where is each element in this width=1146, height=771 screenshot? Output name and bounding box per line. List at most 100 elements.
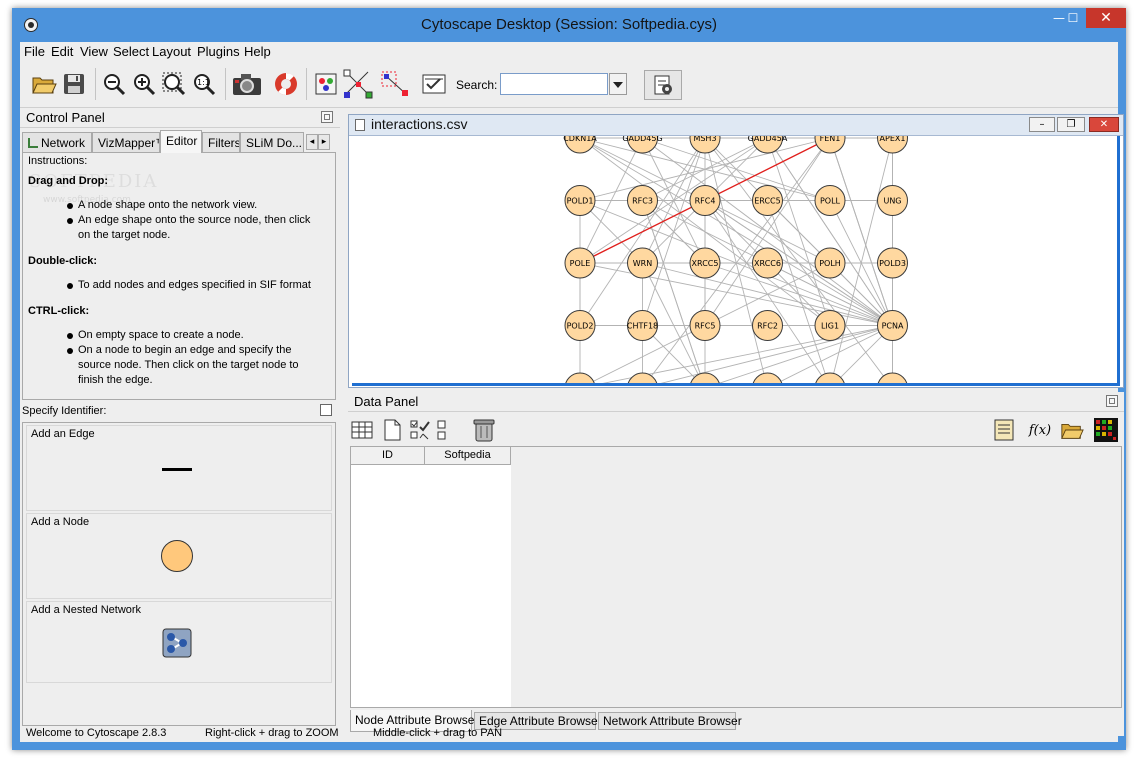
- network-node-circle[interactable]: [752, 372, 783, 383]
- new-attribute-icon[interactable]: [380, 418, 404, 442]
- select-all-checklist-icon[interactable]: [408, 418, 432, 442]
- lifebuoy-icon[interactable]: [272, 70, 300, 98]
- select-attributes-icon[interactable]: [350, 418, 374, 442]
- import-folder-icon[interactable]: [1060, 418, 1084, 442]
- network-node[interactable]: UNG: [877, 185, 908, 216]
- network-node-circle[interactable]: [690, 372, 720, 383]
- network-canvas[interactable]: CDKN1A GADD45G MSH3 GADD45A FEN1 APEX1 POLD1 RF…: [352, 136, 1120, 386]
- tab-filters[interactable]: Filters: [202, 132, 240, 152]
- network-node[interactable]: CHTF18: [627, 310, 658, 341]
- network-edge[interactable]: [767, 137, 831, 326]
- network-node[interactable]: RFC3: [627, 185, 658, 216]
- table-header-softpedia[interactable]: Softpedia: [425, 447, 511, 465]
- zoom-in-icon[interactable]: [130, 70, 158, 98]
- trash-icon[interactable]: [472, 418, 496, 442]
- network-node[interactable]: CHAF1A: [689, 372, 722, 383]
- menu-view[interactable]: View: [80, 44, 108, 59]
- network-node[interactable]: POLE: [564, 247, 596, 279]
- network-node[interactable]: XRCC5: [689, 247, 721, 279]
- menu-select[interactable]: Select: [113, 44, 149, 59]
- network-node[interactable]: MSH2: [565, 372, 595, 383]
- network-restore-button[interactable]: ❐: [1057, 117, 1085, 132]
- save-icon[interactable]: [60, 70, 88, 98]
- nested-network-icon[interactable]: [162, 628, 192, 658]
- network-node[interactable]: DSCC1: [815, 372, 845, 383]
- add-edge-section[interactable]: Add an Edge: [26, 425, 332, 511]
- heatmap-icon[interactable]: [1094, 418, 1118, 442]
- attribute-list-icon[interactable]: [992, 418, 1016, 442]
- tab-slim-domains[interactable]: SLiM Do...: [240, 132, 304, 152]
- menu-plugins[interactable]: Plugins: [197, 44, 240, 59]
- menu-layout[interactable]: Layout: [152, 44, 191, 59]
- close-button[interactable]: ✕: [1086, 8, 1126, 28]
- specify-identifier-checkbox[interactable]: [320, 404, 332, 416]
- network-node[interactable]: POLH: [814, 247, 846, 279]
- network-node[interactable]: RFC2: [752, 310, 783, 341]
- network-edge[interactable]: [767, 137, 893, 326]
- network-node[interactable]: WRN: [627, 247, 658, 279]
- menu-file[interactable]: File: [24, 44, 45, 59]
- maximize-button[interactable]: ☐: [1060, 8, 1086, 28]
- network-node[interactable]: MSH3: [689, 136, 721, 154]
- network-node[interactable]: XRCC6: [752, 247, 783, 279]
- search-input[interactable]: [500, 73, 608, 95]
- zoom-selected-icon[interactable]: [160, 70, 188, 98]
- network-node[interactable]: POLD1: [564, 185, 596, 216]
- edge-shape-icon[interactable]: [162, 468, 192, 471]
- network-close-button[interactable]: ✕: [1089, 117, 1119, 132]
- search-dropdown-button[interactable]: [609, 73, 627, 95]
- function-builder-button[interactable]: f(x): [1026, 418, 1054, 442]
- camera-icon[interactable]: [230, 70, 264, 98]
- tab-editor[interactable]: Editor: [160, 130, 202, 153]
- zoom-fit-icon[interactable]: 1:1: [190, 70, 218, 98]
- network-node[interactable]: CDKN1A: [563, 136, 597, 154]
- network-node-circle[interactable]: [815, 372, 845, 383]
- network-window: interactions.csv – ❐ ✕ CDKN1A GADD45G MSH3…: [348, 114, 1124, 388]
- network-edge[interactable]: [642, 200, 706, 384]
- attribute-table-body[interactable]: ID Softpedia: [351, 447, 511, 707]
- float-panel-icon[interactable]: [321, 111, 333, 123]
- tab-network[interactable]: Network: [22, 132, 92, 152]
- network-node[interactable]: FEN1: [814, 136, 846, 154]
- network-node[interactable]: LIG1: [814, 310, 846, 341]
- network-node[interactable]: POLL: [814, 185, 846, 216]
- network-layout-icon[interactable]: [342, 69, 374, 99]
- network-edge[interactable]: [580, 325, 893, 384]
- network-node[interactable]: POLD2: [564, 310, 596, 341]
- title-bar[interactable]: Cytoscape Desktop (Session: Softpedia.cy…: [12, 8, 1126, 42]
- tab-scroll-right-button[interactable]: ▸: [318, 134, 330, 150]
- open-folder-icon[interactable]: [30, 70, 58, 98]
- add-node-section[interactable]: Add a Node: [26, 513, 332, 599]
- edit-check-icon[interactable]: [420, 70, 448, 98]
- network-new-icon[interactable]: [312, 70, 340, 98]
- network-select-icon[interactable]: [380, 70, 412, 98]
- network-node[interactable]: PCNA: [877, 310, 908, 341]
- network-node[interactable]: RFC4: [689, 185, 721, 216]
- network-node-circle[interactable]: [565, 372, 595, 383]
- menu-edit[interactable]: Edit: [51, 44, 73, 59]
- table-header-id[interactable]: ID: [351, 447, 425, 465]
- add-nested-network-section[interactable]: Add a Nested Network: [26, 601, 332, 683]
- network-minimize-button[interactable]: –: [1029, 117, 1055, 132]
- menu-help[interactable]: Help: [244, 44, 271, 59]
- node-shape-icon[interactable]: [161, 540, 193, 572]
- deselect-checklist-icon[interactable]: [430, 418, 454, 442]
- float-panel-icon[interactable]: [1106, 395, 1118, 407]
- tab-vizmapper[interactable]: VizMapper™: [92, 132, 160, 152]
- network-edge[interactable]: [829, 137, 893, 326]
- network-edge[interactable]: [704, 137, 893, 383]
- network-window-title-bar[interactable]: interactions.csv – ❐ ✕: [349, 115, 1123, 136]
- bullet-icon: [67, 203, 73, 209]
- network-node[interactable]: ERCC5: [752, 185, 783, 216]
- network-graph[interactable]: CDKN1A GADD45G MSH3 GADD45A FEN1 APEX1 POLD1 RF…: [352, 136, 1117, 383]
- network-edge[interactable]: [642, 137, 831, 201]
- network-node[interactable]: ANXA2: [752, 372, 783, 383]
- zoom-out-icon[interactable]: [100, 70, 128, 98]
- network-node[interactable]: APEX1: [877, 136, 908, 154]
- search-options-button[interactable]: [644, 70, 682, 100]
- attribute-table: ID Softpedia: [350, 446, 1122, 708]
- network-node[interactable]: RFC5: [689, 310, 721, 341]
- network-node[interactable]: POLD3: [877, 247, 908, 279]
- tab-slim-domains-label: SLiM Do...: [246, 136, 303, 150]
- tab-scroll-left-button[interactable]: ◂: [306, 134, 318, 150]
